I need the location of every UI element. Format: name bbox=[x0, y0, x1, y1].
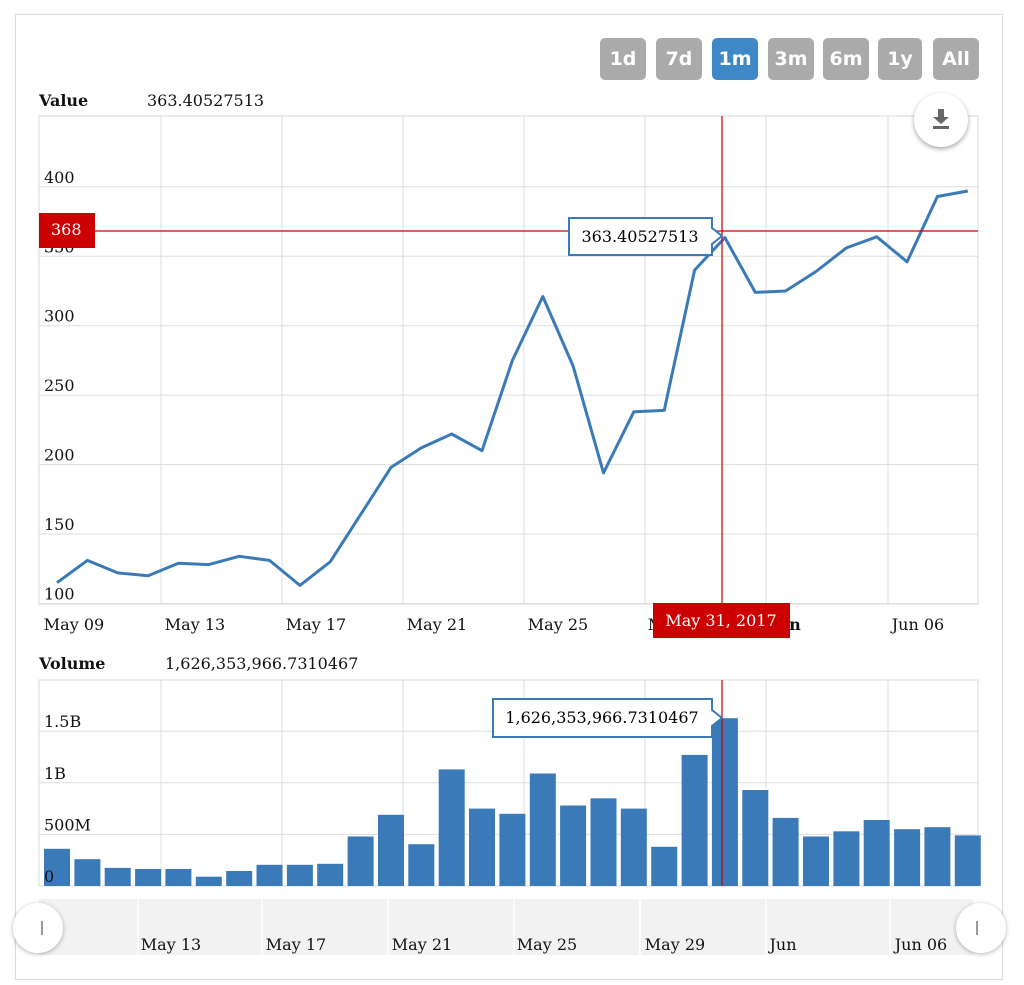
volume-bar bbox=[651, 846, 678, 886]
volume-y-tick-label: 500M bbox=[44, 815, 91, 834]
value-y-tick-label: 200 bbox=[44, 446, 75, 465]
navigator-x-label: Jun 06 bbox=[893, 935, 947, 954]
volume-y-tick-label: 0 bbox=[44, 867, 54, 886]
value-x-axis: May 09May 13May 17May 21May 25MnJun 06 bbox=[44, 615, 944, 634]
volume-bar bbox=[226, 871, 253, 886]
value-x-tick-label: May 13 bbox=[165, 615, 225, 634]
navigator-x-label: May 25 bbox=[517, 935, 577, 954]
value-tooltip-text: 363.40527513 bbox=[581, 227, 698, 246]
value-x-tick-label: n bbox=[789, 615, 801, 634]
volume-bar bbox=[317, 863, 344, 886]
volume-bar bbox=[74, 859, 101, 886]
handle-grip-icon bbox=[976, 921, 978, 935]
value-x-tick-label: Jun 06 bbox=[890, 615, 944, 634]
value-y-tick-label: 400 bbox=[44, 168, 75, 187]
volume-bar bbox=[924, 827, 951, 886]
value-grid bbox=[38, 115, 979, 605]
volume-bar bbox=[742, 790, 769, 886]
volume-bar bbox=[894, 829, 921, 886]
volume-bar bbox=[104, 867, 131, 886]
volume-bar bbox=[772, 817, 799, 886]
volume-bar bbox=[408, 844, 435, 886]
value-y-tick-label: 100 bbox=[44, 585, 75, 604]
volume-bar bbox=[681, 754, 708, 886]
value-x-tick-label: May 25 bbox=[528, 615, 588, 634]
navigator-x-label: May 21 bbox=[392, 935, 452, 954]
volume-bar bbox=[560, 805, 587, 886]
volume-bar bbox=[863, 820, 890, 886]
export-button[interactable] bbox=[914, 93, 968, 147]
volume-bar bbox=[195, 876, 222, 886]
volume-bar bbox=[529, 773, 556, 886]
volume-bar bbox=[347, 836, 374, 886]
volume-y-tick-label: 1B bbox=[44, 764, 66, 783]
value-series-line bbox=[56, 189, 969, 587]
value-y-tick-label: 150 bbox=[44, 515, 75, 534]
navigator-x-label: May 17 bbox=[266, 935, 326, 954]
navigator-left-handle[interactable] bbox=[13, 903, 63, 953]
volume-bar bbox=[954, 835, 981, 886]
volume-tooltip-text: 1,626,353,966.7310467 bbox=[505, 708, 698, 727]
download-icon bbox=[933, 109, 949, 129]
navigator-x-label: May 29 bbox=[645, 935, 705, 954]
volume-bar bbox=[711, 718, 738, 886]
crosshair-date-label: May 31, 2017 bbox=[665, 611, 776, 630]
volume-bar bbox=[286, 864, 313, 886]
volume-bar bbox=[256, 864, 283, 886]
crosshair-y-label: 368 bbox=[51, 220, 82, 239]
navigator-right-handle[interactable] bbox=[956, 903, 1006, 953]
volume-bar bbox=[590, 798, 617, 886]
navigator-x-label: May 13 bbox=[141, 935, 201, 954]
volume-bar bbox=[469, 808, 495, 886]
volume-bar bbox=[803, 836, 829, 886]
value-x-tick-label: May 09 bbox=[44, 615, 104, 634]
volume-bar bbox=[135, 869, 162, 886]
handle-grip-icon bbox=[41, 921, 43, 935]
volume-bar bbox=[438, 769, 465, 886]
volume-bar bbox=[833, 831, 860, 886]
value-x-tick-label: May 17 bbox=[286, 615, 346, 634]
value-y-tick-label: 250 bbox=[44, 376, 75, 395]
volume-bar bbox=[499, 813, 526, 886]
value-plot-border bbox=[38, 115, 979, 605]
navigator-x-label: Jun bbox=[767, 935, 796, 954]
volume-bar bbox=[620, 808, 647, 886]
volume-bar bbox=[378, 814, 404, 886]
stock-chart: 100150200250300350400 0500M1B1.5B May 09… bbox=[38, 115, 981, 955]
volume-bars bbox=[44, 718, 981, 886]
value-x-tick-label: May 21 bbox=[407, 615, 467, 634]
value-y-tick-label: 300 bbox=[44, 307, 75, 326]
volume-y-tick-label: 1.5B bbox=[44, 712, 81, 731]
volume-bar bbox=[165, 869, 192, 886]
